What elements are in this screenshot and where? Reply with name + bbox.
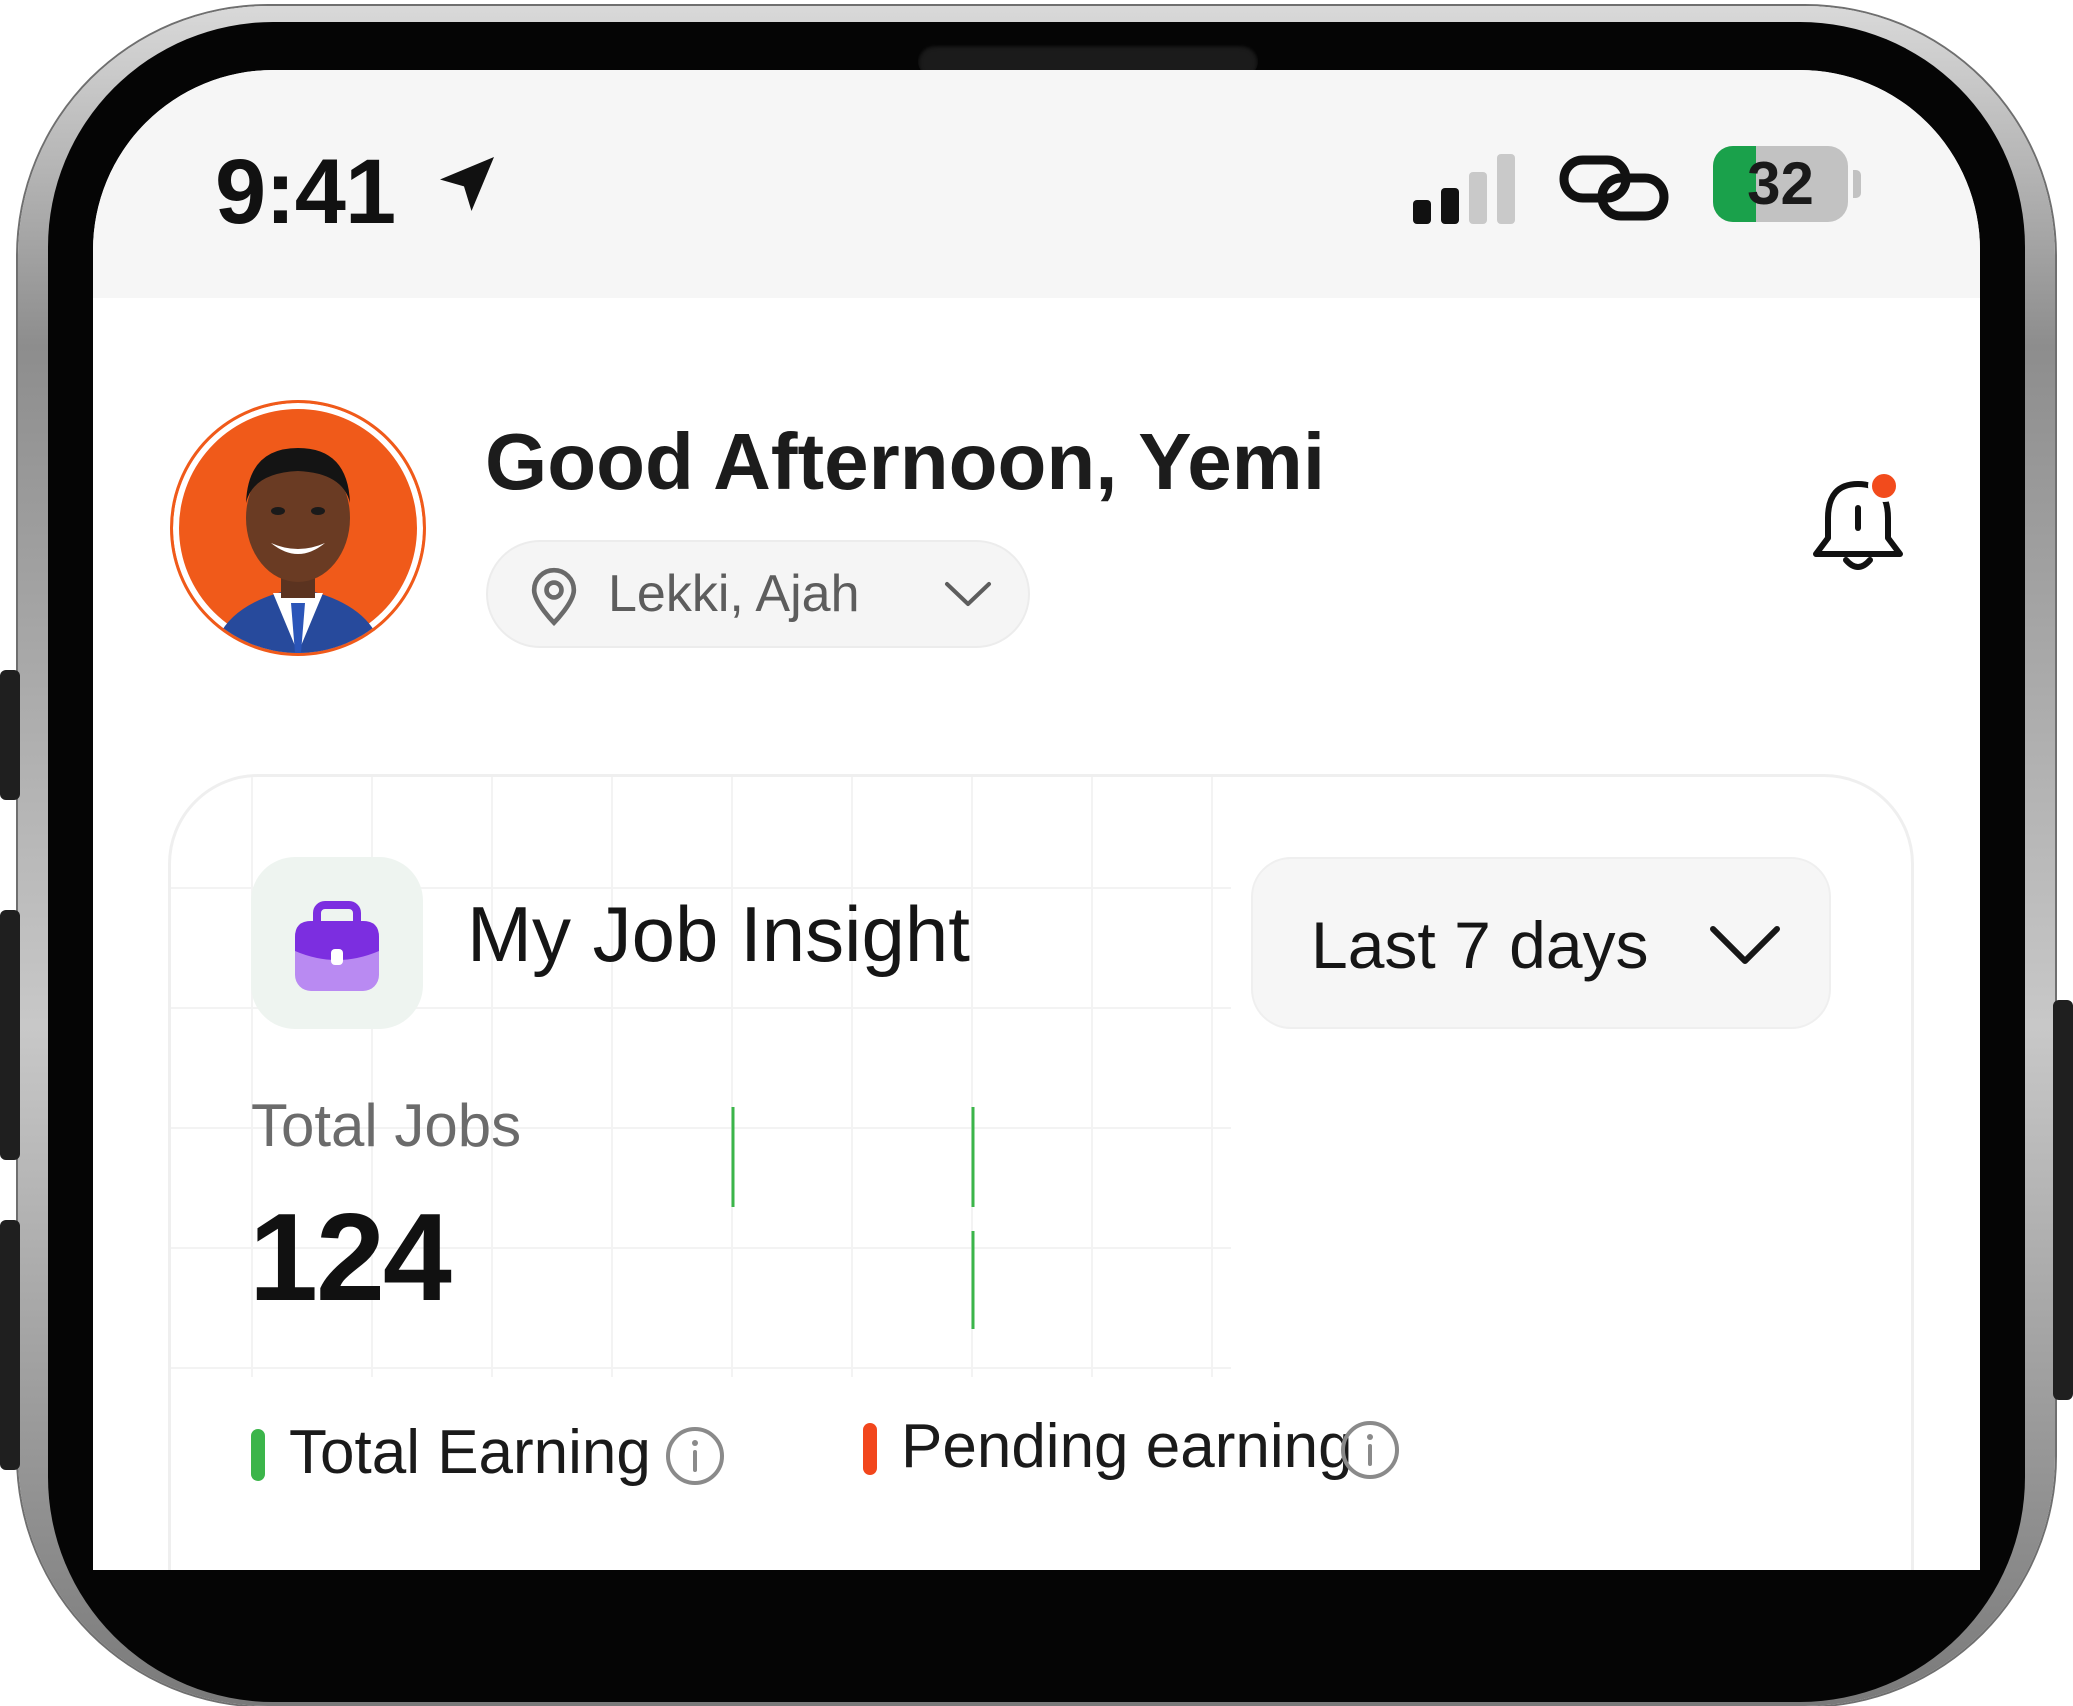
- legend-marker-red: [863, 1423, 877, 1475]
- legend-label: Pending earning: [901, 1412, 1353, 1481]
- location-selector[interactable]: Lekki, Ajah: [486, 540, 1030, 648]
- link-icon: [1559, 155, 1669, 221]
- bell-icon[interactable]: [1808, 470, 1908, 580]
- date-range-dropdown[interactable]: Last 7 days: [1251, 857, 1831, 1029]
- app-screen: 9:41 32 Good Afternoon, Yemi Lekki, Ajah…: [93, 70, 1980, 1570]
- briefcase-icon: [295, 901, 379, 991]
- legend-pending-earning: Pending earning: [863, 1411, 1463, 1491]
- location-arrow-icon: [440, 157, 494, 211]
- avatar-portrait: [213, 448, 383, 653]
- battery-percentage: 32: [1747, 150, 1814, 217]
- notification-dot: [1868, 470, 1900, 502]
- phone-bezel: 9:41 32 Good Afternoon, Yemi Lekki, Ajah…: [48, 22, 2025, 1702]
- side-button-left-2: [0, 910, 20, 1160]
- card-title: My Job Insight: [467, 890, 970, 978]
- chevron-down-icon: [1710, 926, 1780, 964]
- total-jobs-value: 124: [249, 1189, 452, 1327]
- cellular-signal-icon: [1413, 154, 1515, 224]
- job-insight-card: My Job Insight Last 7 days Total Jobs 12…: [168, 774, 1914, 1570]
- side-button-right: [2053, 1000, 2073, 1400]
- date-range-label: Last 7 days: [1311, 908, 1649, 982]
- chart-decoration: [731, 1107, 1031, 1331]
- legend-label: Total Earning: [289, 1418, 651, 1487]
- legend-marker-green: [251, 1429, 265, 1481]
- status-bar: 9:41 32: [93, 70, 1980, 298]
- side-button-left-3: [0, 1220, 20, 1470]
- battery-icon: 32: [1713, 146, 1848, 222]
- location-label: Lekki, Ajah: [608, 565, 860, 623]
- briefcase-icon-container: [251, 857, 423, 1029]
- battery-cap: [1853, 170, 1861, 198]
- greeting-title: Good Afternoon, Yemi: [485, 417, 1326, 506]
- chevron-down-icon: [945, 582, 991, 606]
- total-jobs-label: Total Jobs: [251, 1092, 522, 1159]
- info-icon[interactable]: [664, 1425, 726, 1487]
- legend-total-earning: Total Earning: [251, 1417, 751, 1497]
- side-button-left-1: [0, 670, 20, 800]
- map-pin-icon: [531, 567, 577, 626]
- info-icon[interactable]: [1339, 1419, 1401, 1481]
- avatar[interactable]: [170, 400, 426, 656]
- status-time: 9:41: [215, 141, 396, 243]
